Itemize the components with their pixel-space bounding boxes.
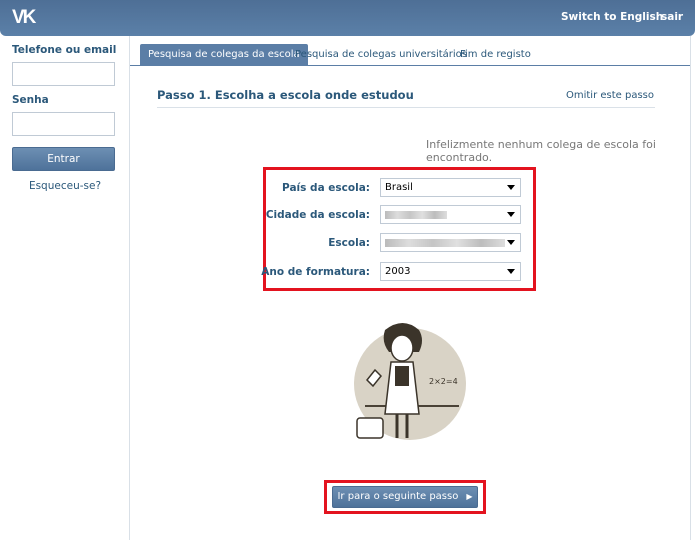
city-select[interactable]: [380, 205, 521, 224]
blurred-value: [385, 211, 447, 219]
tab-bar: Pesquisa de colegas da escola Pesquisa d…: [130, 44, 690, 66]
dropdown-arrow-icon: [507, 240, 515, 245]
next-step-button[interactable]: Ir para o seguinte passo ▶: [332, 486, 478, 508]
city-label: Cidade da escola:: [265, 209, 370, 221]
logout-link[interactable]: sair: [661, 11, 683, 23]
year-label: Ano de formatura:: [261, 266, 370, 278]
top-header: VK Switch to English sair: [0, 0, 695, 36]
dropdown-arrow-icon: [507, 269, 515, 274]
password-input[interactable]: [12, 112, 115, 136]
vk-logo[interactable]: VK: [12, 7, 36, 29]
dropdown-arrow-icon: [507, 185, 515, 190]
skip-step-link[interactable]: Omitir este passo: [566, 90, 654, 101]
tab-finish-registration[interactable]: Fim de registo: [452, 44, 539, 66]
arrow-right-icon: ▶: [466, 492, 473, 501]
year-value: 2003: [385, 266, 411, 277]
next-step-label: Ir para o seguinte passo: [337, 491, 459, 502]
login-button[interactable]: Entrar: [12, 147, 115, 171]
school-select[interactable]: [380, 233, 521, 252]
country-label: País da escola:: [282, 182, 370, 194]
phone-label: Telefone ou email: [12, 44, 117, 56]
dropdown-arrow-icon: [507, 212, 515, 217]
password-label: Senha: [12, 94, 49, 106]
school-label: Escola:: [328, 237, 370, 249]
content-border: [690, 36, 691, 540]
switch-language-link[interactable]: Switch to English: [561, 11, 663, 23]
year-select[interactable]: 2003: [380, 262, 521, 281]
country-select[interactable]: Brasil: [380, 178, 521, 197]
tab-school-search[interactable]: Pesquisa de colegas da escola: [140, 44, 308, 66]
teacher-illustration: 2×2=4: [354, 323, 466, 440]
blurred-value: [385, 239, 505, 247]
country-value: Brasil: [385, 182, 413, 193]
forgot-password-link[interactable]: Esqueceu-se?: [0, 180, 130, 192]
tab-university-search[interactable]: Pesquisa de colegas universitários: [287, 44, 475, 66]
step-title: Passo 1. Escolha a escola onde estudou: [157, 88, 414, 102]
login-sidebar: Telefone ou email Senha Entrar Esqueceu-…: [0, 36, 130, 540]
no-results-message: Infelizmente nenhum colega de escola foi…: [426, 138, 656, 164]
phone-email-input[interactable]: [12, 62, 115, 86]
board-text: 2×2=4: [429, 377, 458, 386]
divider: [157, 107, 655, 108]
